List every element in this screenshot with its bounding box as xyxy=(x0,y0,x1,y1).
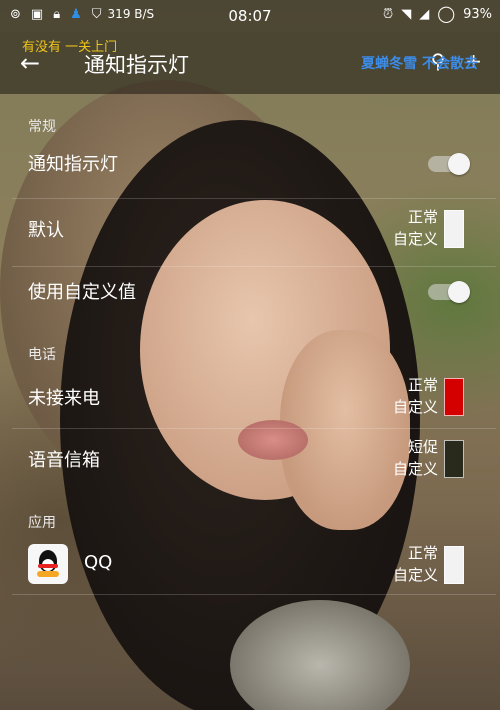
notification-light-toggle[interactable] xyxy=(428,153,470,175)
row-label: 未接来电 xyxy=(28,388,100,409)
signal-icon: ◢ xyxy=(419,6,430,22)
row-app-qq[interactable]: QQ 正常 自定义 xyxy=(0,542,500,594)
marquee-text-right: 夏蝉冬雪 不会散去 xyxy=(361,56,478,72)
app-name: QQ xyxy=(84,552,113,573)
qq-color-swatch xyxy=(444,546,464,584)
section-header-apps: 应用 xyxy=(28,515,56,531)
missed-call-color-swatch xyxy=(444,378,464,416)
toggle-knob xyxy=(448,153,470,175)
voicemail-color-swatch xyxy=(444,440,464,478)
status-line-1: 短促 xyxy=(407,438,438,456)
use-custom-toggle[interactable] xyxy=(428,281,470,303)
qq-penguin-feet xyxy=(37,571,59,577)
status-right: ⏰︎ ◥ ◢ ◯ 93% xyxy=(383,6,492,22)
voicemail-status: 短促 自定义 xyxy=(393,436,438,480)
status-line-2: 自定义 xyxy=(392,566,438,584)
alarm-icon: ⏰︎ xyxy=(383,6,394,22)
default-status: 正常 自定义 xyxy=(393,206,438,250)
status-line-2: 自定义 xyxy=(392,398,438,416)
row-missed-call[interactable]: 未接来电 正常 自定义 xyxy=(0,374,500,426)
status-line-1: 正常 xyxy=(407,208,438,226)
divider xyxy=(12,266,496,267)
back-arrow-icon[interactable]: ← xyxy=(20,49,40,77)
row-label: 语音信箱 xyxy=(28,450,100,471)
status-line-2: 自定义 xyxy=(392,230,438,248)
battery-percent: 93% xyxy=(463,6,492,22)
qq-penguin-scarf xyxy=(38,564,58,568)
divider xyxy=(12,198,496,199)
missed-call-status: 正常 自定义 xyxy=(393,374,438,418)
divider xyxy=(12,594,496,595)
row-use-custom[interactable]: 使用自定义值 xyxy=(0,278,500,308)
row-label: 默认 xyxy=(28,220,64,241)
app-toolbar: 有没有 一关上门 ← 通知指示灯 ⚲ + 夏蝉冬雪 不会散去 xyxy=(0,32,500,94)
wifi-icon: ◥ xyxy=(401,6,412,22)
row-default[interactable]: 默认 正常 自定义 xyxy=(0,206,500,258)
row-notification-light[interactable]: 通知指示灯 xyxy=(0,150,500,180)
status-line-1: 正常 xyxy=(407,376,438,394)
qq-status: 正常 自定义 xyxy=(393,542,438,586)
row-voicemail[interactable]: 语音信箱 短促 自定义 xyxy=(0,436,500,488)
row-label: 使用自定义值 xyxy=(28,282,136,303)
section-header-general: 常规 xyxy=(28,119,56,135)
row-label: 通知指示灯 xyxy=(28,154,118,175)
divider xyxy=(12,428,496,429)
page-title: 通知指示灯 xyxy=(84,53,189,77)
status-line-1: 正常 xyxy=(407,544,438,562)
wallpaper-image xyxy=(0,0,500,710)
section-header-phone: 电话 xyxy=(28,347,56,363)
status-line-2: 自定义 xyxy=(392,460,438,478)
toggle-knob xyxy=(448,281,470,303)
battery-ring-icon: ◯ xyxy=(437,4,456,23)
status-bar: ⊚ ▣ 🔒︎ ♟ ⛉ 319 B/S 08:07 ⏰︎ ◥ ◢ ◯ 93% xyxy=(0,0,500,32)
default-color-swatch xyxy=(444,210,464,248)
qq-app-icon xyxy=(28,544,68,584)
